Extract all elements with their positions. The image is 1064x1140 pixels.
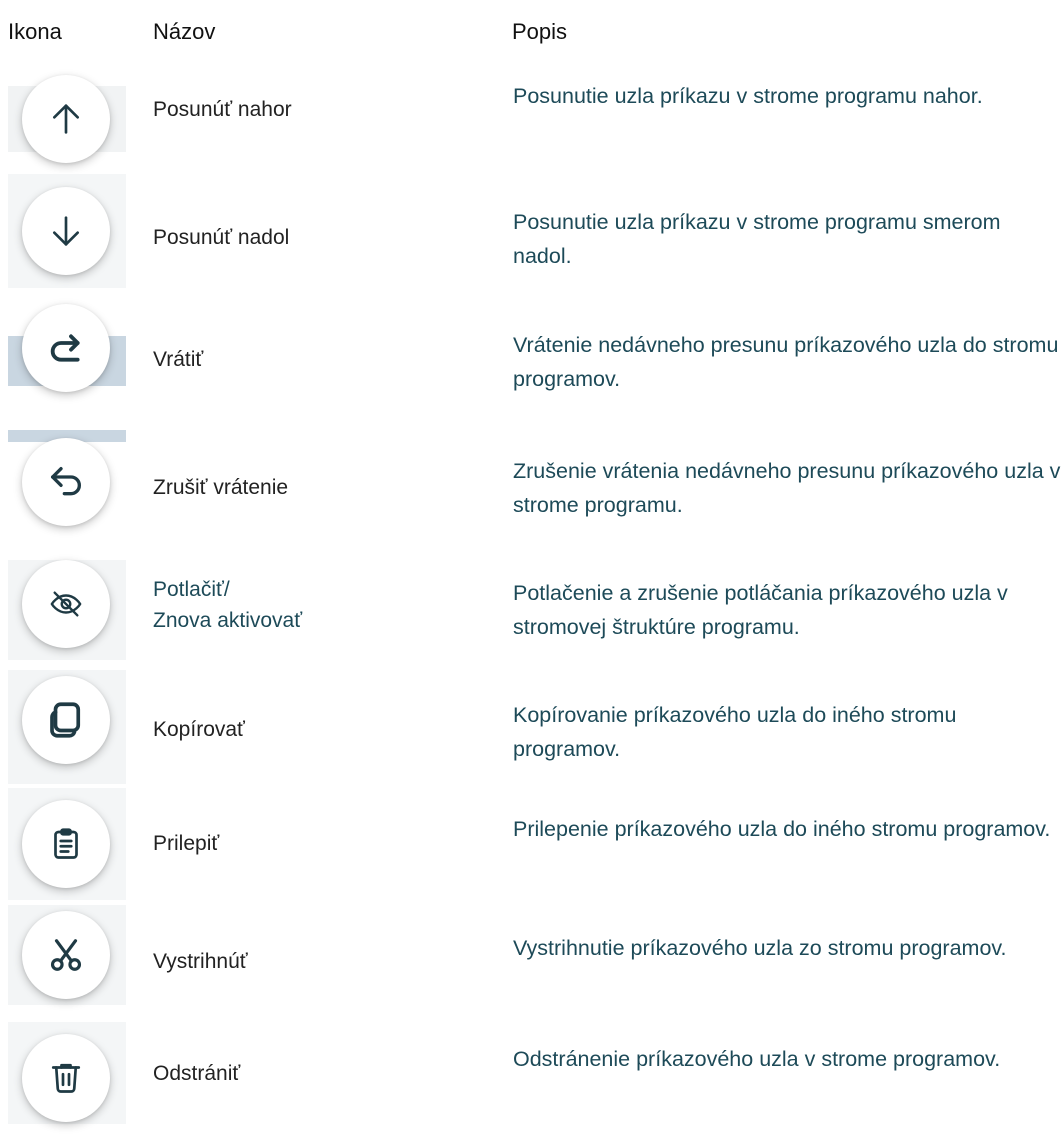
undo-icon	[51, 467, 81, 496]
icon-cell	[8, 560, 126, 678]
icon-cell	[8, 60, 126, 178]
table-row: Odstrániť Odstránenie príkazového uzla v…	[0, 1022, 1064, 1140]
row-name: Prilepiť	[153, 832, 220, 855]
redo-button[interactable]	[22, 304, 110, 392]
move-down-button[interactable]	[22, 187, 110, 275]
row-name: Posunúť nadol	[153, 226, 290, 249]
header-description: Popis	[512, 19, 568, 44]
eye-off-icon	[50, 591, 82, 617]
table-row: Potlačiť/ Znova aktivovať Potlačenie a z…	[0, 560, 1064, 678]
row-name: Posunúť nahor	[153, 98, 292, 121]
row-description: Posunutie uzla príkazu v strome programu…	[513, 84, 983, 108]
row-name-line2: Znova aktivovať	[153, 609, 303, 632]
row-description: Prilepenie príkazového uzla do iného str…	[513, 817, 1051, 841]
copy-button[interactable]	[22, 676, 110, 764]
table-row: Zrušiť vrátenie Zrušenie vrátenia nedávn…	[0, 430, 1064, 548]
table-row: Prilepiť Prilepenie príkazového uzla do …	[0, 788, 1064, 906]
icon-reference-table: Ikona Názov Popis Posunúť nahor Posunuti…	[0, 0, 1064, 1124]
row-description: Potlačenie a zrušenie potláčania príkazo…	[513, 581, 1008, 639]
move-up-button[interactable]	[22, 75, 110, 163]
row-description: Posunutie uzla príkazu v strome programu…	[513, 210, 1001, 268]
table-row: Posunúť nadol Posunutie uzla príkazu v s…	[0, 174, 1064, 292]
row-name: Vystrihnúť	[153, 950, 248, 973]
table-row: Vystrihnúť Vystrihnutie príkazového uzla…	[0, 905, 1064, 1023]
icon-cell	[8, 788, 126, 906]
delete-button[interactable]	[22, 1034, 110, 1122]
row-name: Kopírovať	[153, 718, 245, 741]
table-row: Kopírovať Kopírovanie príkazového uzla d…	[0, 670, 1064, 788]
row-description: Vystrihnutie príkazového uzla zo stromu …	[513, 936, 1007, 960]
row-name: Zrušiť vrátenie	[153, 476, 289, 499]
table-header: Ikona Názov Popis	[0, 16, 1064, 56]
table-row: Vrátiť Vrátenie nedávneho presunu príkaz…	[0, 300, 1064, 418]
icon-cell	[8, 300, 126, 418]
icon-cell	[8, 430, 126, 548]
icon-cell	[8, 174, 126, 292]
row-description: Kopírovanie príkazového uzla do iného st…	[513, 703, 957, 761]
clipboard-icon	[54, 828, 78, 859]
row-name: Odstrániť	[153, 1062, 241, 1085]
icon-cell	[8, 670, 126, 788]
row-name-line1: Potlačiť/	[153, 578, 230, 601]
copy-icon	[50, 702, 81, 738]
cut-button[interactable]	[22, 911, 110, 999]
trash-icon	[51, 1063, 81, 1093]
icon-cell	[8, 1022, 126, 1140]
row-description: Vrátenie nedávneho presunu príkazového u…	[513, 333, 1059, 391]
header-name: Názov	[153, 19, 216, 44]
header-icon: Ikona	[8, 19, 62, 44]
arrow-down-icon	[53, 216, 79, 246]
scissors-icon	[50, 939, 82, 971]
icon-cell	[8, 905, 126, 1023]
row-name: Vrátiť	[153, 348, 204, 371]
table-row: Posunúť nahor Posunutie uzla príkazu v s…	[0, 60, 1064, 178]
undo-button[interactable]	[22, 438, 110, 526]
row-description: Odstránenie príkazového uzla v strome pr…	[513, 1047, 1001, 1071]
arrow-up-icon	[53, 104, 79, 134]
redo-icon	[50, 334, 80, 362]
suppress-button[interactable]	[22, 560, 110, 648]
paste-button[interactable]	[22, 800, 110, 888]
row-description: Zrušenie vrátenia nedávneho presunu prík…	[513, 459, 1061, 517]
